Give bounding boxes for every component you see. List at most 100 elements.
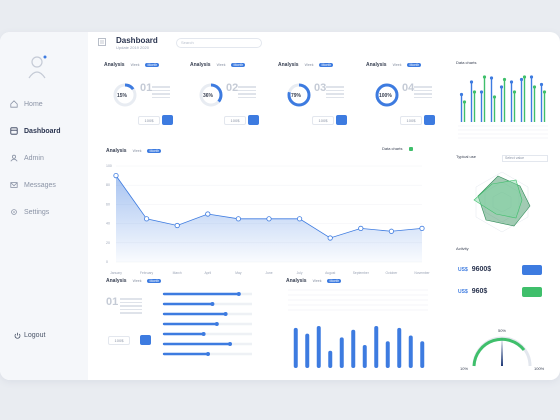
action-button[interactable] [140, 335, 151, 345]
bar-cap [532, 85, 537, 89]
data-point[interactable] [235, 216, 241, 222]
data-point[interactable] [388, 228, 394, 234]
activity-toggle[interactable] [522, 287, 542, 297]
amount-button[interactable]: 100$ [224, 116, 246, 125]
bar-cap [236, 292, 241, 296]
action-button[interactable] [162, 115, 173, 125]
text-placeholder [152, 86, 170, 100]
settings-icon [11, 209, 17, 215]
period-month-tab[interactable]: Month [145, 63, 160, 67]
period-week-tab[interactable]: Week [215, 63, 228, 67]
data-point[interactable] [266, 216, 272, 222]
sidebar-item-label: Settings [24, 208, 50, 216]
card-number: 02 [226, 82, 239, 94]
data-point[interactable] [174, 222, 180, 229]
card-title: Analysis [106, 278, 127, 284]
sidebar-item-dashboard[interactable]: Dashboard [10, 125, 61, 137]
sidebar-item-admin[interactable]: Admin [10, 152, 44, 164]
page-subtitle: Update 2019 2020 [116, 45, 149, 50]
amount-value: 9600$ [471, 266, 492, 273]
period-month-tab[interactable]: Month [319, 63, 334, 67]
bar-cap [210, 302, 215, 306]
text-placeholder [326, 86, 344, 100]
card-title: Activity [456, 246, 469, 251]
sidebar-item-label: Admin [24, 154, 44, 162]
amount-button[interactable]: 100$ [108, 336, 130, 345]
data-point[interactable] [143, 216, 150, 222]
bar-cap [522, 75, 527, 79]
bar-cap [201, 332, 206, 336]
radar-chart [473, 171, 531, 233]
amount-button[interactable]: 100$ [400, 116, 422, 125]
sidebar-item-home[interactable]: Home [10, 98, 43, 110]
sidebar-item-settings[interactable]: Settings [10, 206, 49, 218]
activity-card: Activity US$ 9600$ US$ 960$ 50% 10% 100% [450, 244, 554, 380]
bar-cap [482, 75, 487, 79]
action-button[interactable] [336, 115, 347, 125]
sidebar-item-label: Dashboard [24, 127, 61, 135]
data-point[interactable] [358, 225, 364, 232]
grouped-bar-chart [458, 75, 548, 139]
bar-cap [539, 82, 544, 87]
action-button[interactable] [248, 115, 259, 125]
page-title: Dashboard [116, 36, 158, 45]
analysis-card: Analysis Week Month 36% 02 100$ [186, 62, 266, 132]
data-point[interactable] [419, 225, 425, 232]
data-point[interactable] [205, 211, 211, 217]
main-chart-card: Analysis Week Month Data charts 100 80 60 4… [100, 144, 430, 279]
horizontal-bar-chart [162, 292, 252, 356]
bar-cap [479, 90, 484, 94]
amount-button[interactable]: 100$ [138, 116, 160, 125]
y-tick-label: 80 [106, 183, 110, 187]
text-placeholder [414, 86, 432, 100]
period-week-tab[interactable]: Week [303, 63, 316, 67]
y-tick-label: 40 [106, 222, 110, 226]
logout-button[interactable]: Logout [14, 332, 45, 339]
bottom-bar-chart-card: Analysis Week Month [282, 276, 434, 376]
bar-cap [206, 352, 210, 356]
data-point[interactable] [113, 172, 119, 179]
bottom-analysis-card: Analysis Week Month 01 100$ [100, 276, 260, 372]
sidebar-item-label: Home [24, 100, 43, 108]
sidebar: Home Dashboard Admin Messages Settings Logou… [0, 32, 88, 380]
period-month-tab[interactable]: Month [231, 63, 246, 67]
period-month-tab[interactable]: Month [147, 279, 162, 283]
y-tick-label: 100 [106, 164, 112, 168]
data-point[interactable] [327, 235, 333, 241]
avatar[interactable] [26, 54, 48, 80]
sidebar-item-messages[interactable]: Messages [10, 179, 56, 191]
y-tick-label: 0 [106, 260, 108, 264]
search-input[interactable]: Search [176, 38, 262, 48]
y-tick-label: 20 [106, 241, 110, 245]
menu-icon[interactable] [98, 38, 106, 46]
period-month-tab[interactable]: Month [407, 63, 422, 67]
sidebar-item-label: Messages [24, 181, 56, 189]
period-week-tab[interactable]: Week [391, 63, 404, 67]
bar-cap [492, 95, 497, 99]
period-week-tab[interactable]: Week [129, 63, 142, 67]
gauge-value: 50% [498, 328, 506, 333]
home-icon [10, 100, 18, 108]
bar-cap [519, 77, 524, 82]
bar-cap [459, 92, 464, 97]
x-tick-label: November [414, 271, 430, 275]
action-button[interactable] [424, 115, 435, 125]
vertical-bar-chart [288, 289, 428, 368]
analysis-card: Analysis Week Month 100% 04 100$ [362, 62, 442, 132]
card-title: Analysis [190, 62, 211, 68]
bar-cap [529, 75, 534, 79]
activity-toggle[interactable] [522, 265, 542, 275]
currency-label: US$ [458, 289, 468, 295]
text-placeholder [120, 298, 142, 316]
y-tick-label: 60 [106, 202, 110, 206]
bar-cap [499, 85, 504, 89]
bar-cap [509, 80, 514, 84]
data-charts-card: Data charts [450, 60, 554, 142]
analysis-card: Analysis Week Month 15% 01 100$ [100, 62, 180, 132]
card-number: 01 [140, 82, 153, 94]
amount-button[interactable]: 100$ [312, 116, 334, 125]
donut-percent: 36% [203, 93, 214, 99]
period-week-tab[interactable]: Week [131, 279, 144, 283]
amount-value: 960$ [471, 288, 488, 295]
data-point[interactable] [297, 216, 303, 222]
